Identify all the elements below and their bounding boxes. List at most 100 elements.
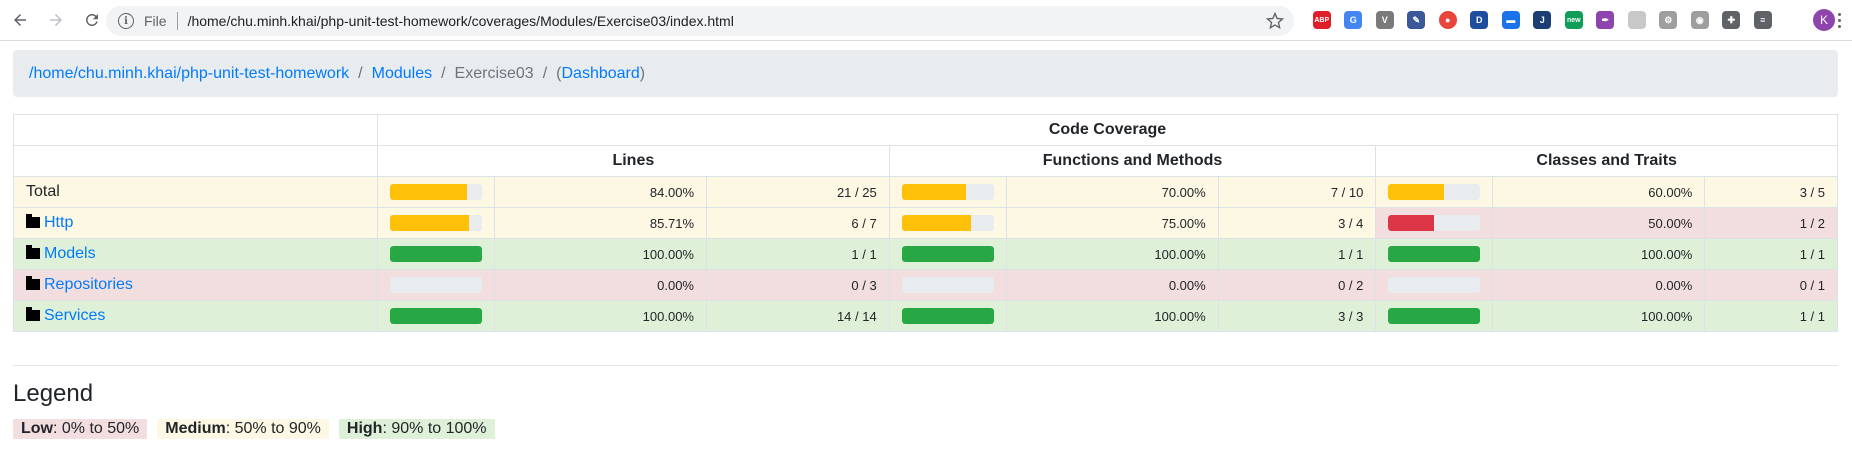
progress-bar [901,277,994,293]
progress-fill [901,184,967,200]
row-name-cell: Services [13,300,378,332]
progress-bar [901,184,994,200]
functions-column-header: Functions and Methods [888,145,1377,177]
code-coverage-header: Code Coverage [377,114,1838,146]
color-wheel-icon: ● [1438,11,1457,29]
lines-bar-cell [377,207,495,239]
extension-button[interactable]: G [1338,8,1370,32]
functions-percent: 100.00% [1005,300,1219,332]
reload-button[interactable] [74,2,110,38]
lines-ratio: 21 / 25 [706,176,890,208]
info-icon[interactable]: i [118,13,134,29]
progress-bar [390,246,482,262]
legend-low: Low: 0% to 50% [13,419,148,439]
progress-bar [1388,246,1481,262]
progress-fill [901,215,971,231]
folder-icon [26,276,40,290]
row-name-cell: Http [13,207,378,239]
extension-button[interactable]: ◉ [1684,8,1716,32]
d-extension-icon: D [1470,11,1489,29]
row-name-cell: Total [13,176,378,208]
breadcrumb: /home/chu.minh.khai/php-unit-test-homewo… [13,50,1838,97]
total-label: Total [26,183,60,200]
functions-bar-cell [888,176,1007,208]
extension-button[interactable] [1621,8,1653,32]
new-extension-icon: new [1564,11,1583,29]
legend-medium-label: Medium [165,420,226,437]
adblock-plus-icon: ABP [1312,11,1331,29]
progress-fill [390,246,482,262]
blank-extension-icon [1627,11,1646,29]
extension-button[interactable]: ✎ [1401,8,1433,32]
breadcrumb-modules-link[interactable]: Modules [372,65,432,83]
extension-button[interactable]: ✒ [1590,8,1622,32]
extension-button[interactable]: new [1558,8,1590,32]
extension-button[interactable]: ABP [1306,8,1338,32]
directory-link[interactable]: Repositories [44,276,133,293]
extension-button[interactable]: ▬ [1495,8,1527,32]
functions-ratio: 3 / 4 [1217,207,1377,239]
classes-percent: 50.00% [1492,207,1706,239]
progress-bar [390,184,482,200]
table-row: Repositories 0.00% 0 / 3 0.00% 0 / 2 0.00% 0 /… [13,269,1838,301]
reading-list-icon: ≡ [1753,11,1772,29]
lines-ratio: 1 / 1 [706,238,890,270]
address-bar[interactable]: i File /home/chu.minh.khai/php-unit-test… [106,6,1294,36]
classes-percent: 60.00% [1492,176,1706,208]
legend-medium-range: : 50% to 90% [225,420,321,437]
lines-percent: 84.00% [494,176,707,208]
browser-menu-icon[interactable] [1828,8,1850,32]
legend-high-label: High [346,420,383,437]
classes-percent: 100.00% [1492,300,1706,332]
breadcrumb-dashboard-link[interactable]: Dashboard [561,65,639,83]
functions-percent: 70.00% [1005,176,1219,208]
classes-ratio: 1 / 1 [1704,238,1838,270]
functions-ratio: 1 / 1 [1217,238,1377,270]
progress-fill [1388,308,1481,324]
bookmark-star-icon[interactable] [1266,12,1284,30]
extension-button[interactable]: ⚙ [1653,8,1685,32]
functions-percent: 75.00% [1005,207,1219,239]
back-button[interactable] [2,2,38,38]
folder-icon [26,307,40,321]
header-empty-cell [13,145,378,177]
table-row: Models 100.00% 1 / 1 100.00% 1 / 1 100.00% 1 /… [13,238,1838,270]
classes-bar-cell [1375,300,1494,332]
lines-percent: 100.00% [494,238,707,270]
dashboard-close-paren: ) [639,64,646,82]
extension-button[interactable]: D [1464,8,1496,32]
breadcrumb-root-link[interactable]: /home/chu.minh.khai/php-unit-test-homewo… [29,65,349,83]
extension-button[interactable]: J [1527,8,1559,32]
classes-column-header: Classes and Traits [1375,145,1838,177]
legend-low-range: : 0% to 50% [53,420,140,437]
directory-link[interactable]: Services [44,307,105,324]
progress-fill [901,308,994,324]
owl-icon: ◉ [1690,11,1709,29]
eyedropper-icon: ✎ [1407,11,1426,29]
divider [13,365,1838,366]
breadcrumb-current: Exercise03 [454,64,534,82]
legend: Low: 0% to 50% Medium: 50% to 90% High : … [13,419,495,439]
extension-button[interactable]: ✚ [1716,8,1748,32]
functions-ratio: 3 / 3 [1217,300,1377,332]
bicycle-icon: ⚙ [1659,11,1678,29]
browser-toolbar: i File /home/chu.minh.khai/php-unit-test… [0,0,1852,41]
classes-ratio: 0 / 1 [1704,269,1838,301]
extension-button[interactable]: ● [1432,8,1464,32]
extension-button[interactable]: V [1369,8,1401,32]
translate-icon: G [1344,11,1363,29]
lines-ratio: 0 / 3 [706,269,890,301]
extension-button[interactable]: ≡ [1747,8,1779,32]
progress-bar [901,215,994,231]
forward-button[interactable] [38,2,74,38]
feather-icon: ✒ [1596,11,1615,29]
directory-link[interactable]: Http [44,214,73,231]
progress-fill [1388,215,1435,231]
progress-fill [1388,246,1481,262]
folder-icon [26,245,40,259]
arrow-left-icon [14,14,26,26]
progress-bar [901,246,994,262]
url-text[interactable]: /home/chu.minh.khai/php-unit-test-homewo… [188,13,734,29]
directory-link[interactable]: Models [44,245,96,262]
progress-fill [901,246,994,262]
